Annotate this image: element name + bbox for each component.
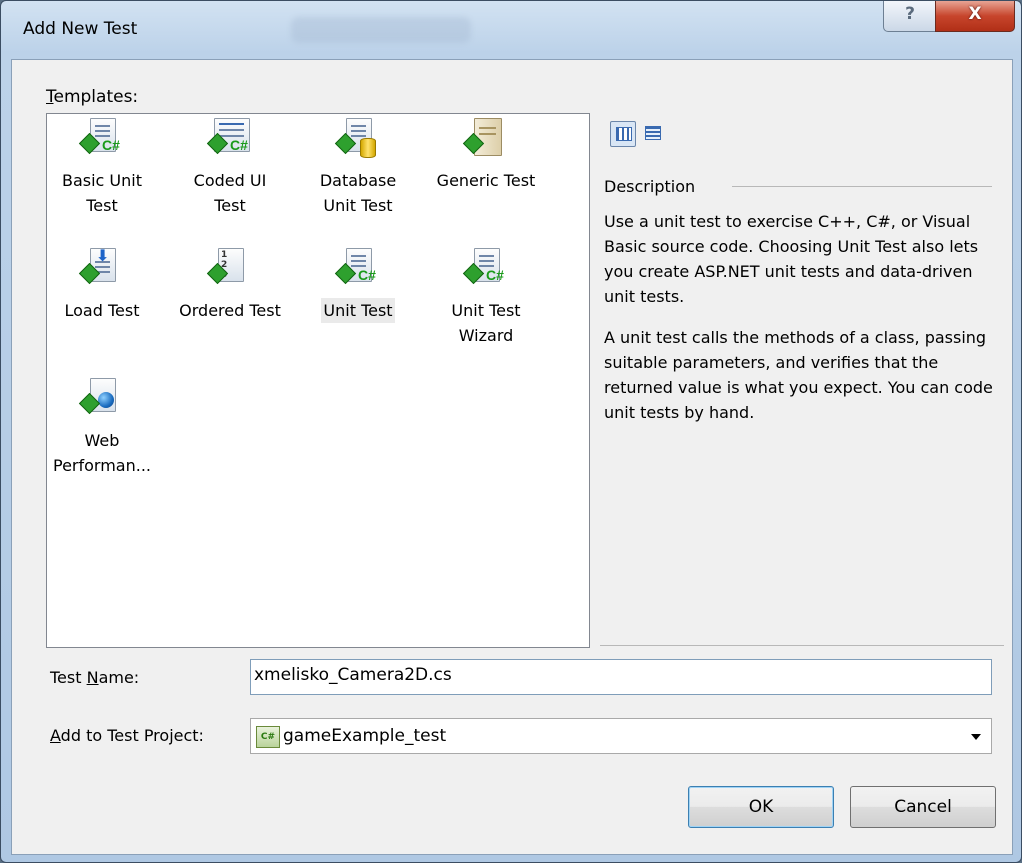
chevron-down-icon[interactable]	[971, 734, 981, 740]
template-unit-test[interactable]: C# Unit Test	[303, 248, 413, 323]
template-label: Unit Test	[321, 298, 395, 323]
large-icons-view-button[interactable]	[610, 121, 636, 147]
description-paragraph: Use a unit test to exercise C++, C#, or …	[604, 212, 979, 306]
test-name-label: Test Name:	[50, 668, 140, 687]
description-text: Use a unit test to exercise C++, C#, or …	[604, 209, 996, 441]
template-label: Coded UI Test	[193, 171, 267, 215]
small-icons-view-button[interactable]	[640, 121, 664, 145]
template-label: Load Test	[64, 301, 140, 320]
test-name-input[interactable]: xmelisko_Camera2D.cs	[250, 659, 992, 695]
dialog-body: Templates: C# Basic Unit Test C# Coded U…	[11, 59, 1013, 855]
test-project-value: gameExample_test	[283, 726, 447, 746]
description-panel: Description Use a unit test to exercise …	[600, 113, 1000, 646]
template-unit-test-wizard[interactable]: C# Unit Test Wizard	[431, 248, 541, 348]
template-coded-ui-test[interactable]: C# Coded UI Test	[175, 118, 285, 218]
template-label: Database Unit Test	[319, 171, 397, 215]
cancel-button[interactable]: Cancel	[850, 786, 996, 828]
unit-test-wizard-icon: C#	[462, 248, 506, 292]
window-title: Add New Test	[23, 19, 138, 39]
test-project-dropdown[interactable]: C# gameExample_test	[250, 718, 992, 754]
unit-test-cs-icon: C#	[78, 118, 122, 162]
templates-list[interactable]: C# Basic Unit Test C# Coded UI Test Data…	[46, 113, 590, 648]
unit-test-icon: C#	[334, 248, 378, 292]
help-button[interactable]: ?	[883, 1, 937, 32]
templates-label: Templates:	[46, 87, 139, 107]
large-icons-view-icon	[616, 127, 632, 141]
add-new-test-dialog: Add New Test ? X Templates: C# Basic Uni…	[0, 0, 1022, 863]
template-load-test[interactable]: ⬇ Load Test	[47, 246, 157, 323]
template-database-unit-test[interactable]: Database Unit Test	[303, 118, 413, 218]
description-paragraph: A unit test calls the methods of a class…	[604, 328, 993, 422]
title-bar[interactable]: Add New Test ? X	[1, 1, 1021, 59]
title-bar-reflection	[291, 17, 471, 43]
csharp-project-icon: C#	[256, 726, 280, 748]
template-basic-unit-test[interactable]: C# Basic Unit Test	[47, 118, 157, 218]
web-performance-test-icon	[78, 378, 122, 422]
ok-button[interactable]: OK	[688, 786, 834, 828]
template-label: Unit Test Wizard	[451, 301, 521, 345]
template-label: Basic Unit Test	[61, 171, 142, 215]
load-test-icon: ⬇	[78, 246, 122, 292]
template-label: Web Performan...	[52, 431, 151, 475]
database-unit-test-icon	[334, 118, 378, 162]
template-ordered-test[interactable]: 1 2 3 Ordered Test	[175, 248, 285, 323]
generic-test-icon	[462, 118, 506, 162]
small-icons-view-icon	[645, 126, 661, 140]
template-label: Ordered Test	[179, 301, 281, 320]
ordered-test-icon: 1 2 3	[206, 248, 250, 292]
test-project-label: Add to Test Project:	[50, 726, 204, 745]
description-divider	[732, 186, 992, 187]
template-label: Generic Test	[436, 171, 536, 190]
template-generic-test[interactable]: Generic Test	[431, 118, 541, 193]
template-web-performance-test[interactable]: Web Performan...	[47, 378, 157, 478]
close-button[interactable]: X	[935, 1, 1015, 32]
description-heading: Description	[604, 177, 696, 196]
coded-ui-test-icon: C#	[206, 118, 250, 162]
panel-divider	[600, 645, 1004, 646]
help-icon: ?	[905, 4, 915, 24]
close-icon: X	[968, 4, 982, 24]
